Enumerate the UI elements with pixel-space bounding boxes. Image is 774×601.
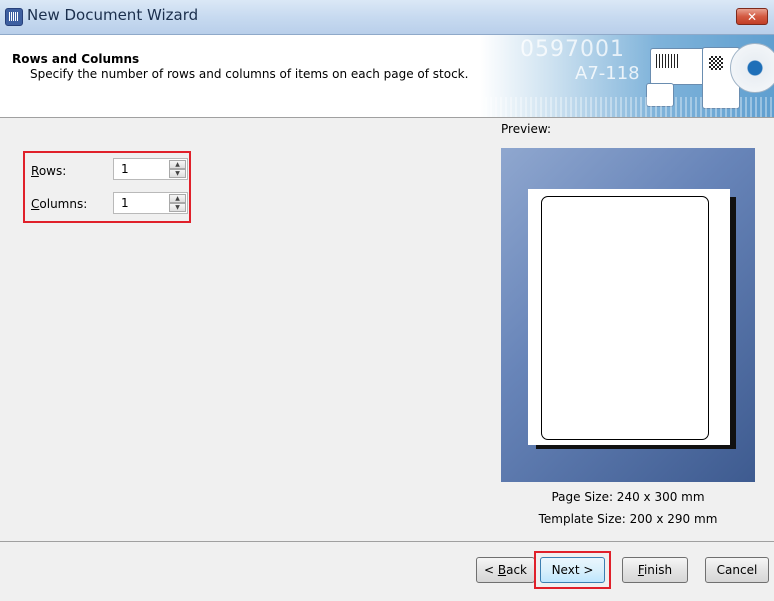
page-size-text: Page Size: 240 x 300 mm (551, 490, 705, 504)
app-icon (5, 8, 23, 26)
rows-decrement-button[interactable]: ▼ (169, 169, 186, 178)
header-banner-image: 0597001 A7-118 (480, 35, 774, 117)
finish-button[interactable]: Finish (622, 557, 688, 583)
close-button[interactable]: ✕ (736, 8, 768, 25)
window-title: New Document Wizard (27, 6, 199, 24)
disc-icon (730, 43, 774, 93)
title-bar: New Document Wizard ✕ (0, 0, 774, 35)
page-title: Rows and Columns (12, 52, 140, 66)
page-subtitle: Specify the number of rows and columns o… (30, 67, 469, 81)
barcode-label-icon (650, 48, 710, 85)
columns-value[interactable]: 1 (121, 196, 129, 210)
rows-spinner[interactable]: 1 ▲ ▼ (113, 158, 188, 180)
preview-label: Preview: (501, 122, 552, 136)
columns-spinner[interactable]: 1 ▲ ▼ (113, 192, 188, 214)
columns-decrement-button[interactable]: ▼ (169, 203, 186, 212)
rows-increment-button[interactable]: ▲ (169, 160, 186, 169)
banner-code-text: A7-118 (575, 63, 640, 84)
banner-barcode-strip (480, 97, 774, 117)
cancel-button[interactable]: Cancel (705, 557, 769, 583)
banner-number-text: 0597001 (520, 37, 625, 62)
columns-label: Columns: (31, 197, 88, 211)
next-button[interactable]: Next > (540, 557, 605, 583)
columns-increment-button[interactable]: ▲ (169, 194, 186, 203)
template-size-text: Template Size: 200 x 290 mm (538, 512, 718, 526)
rows-label: Rows: (31, 164, 67, 178)
back-button[interactable]: < Back (476, 557, 535, 583)
preview-template (541, 196, 709, 440)
rows-value[interactable]: 1 (121, 162, 129, 176)
